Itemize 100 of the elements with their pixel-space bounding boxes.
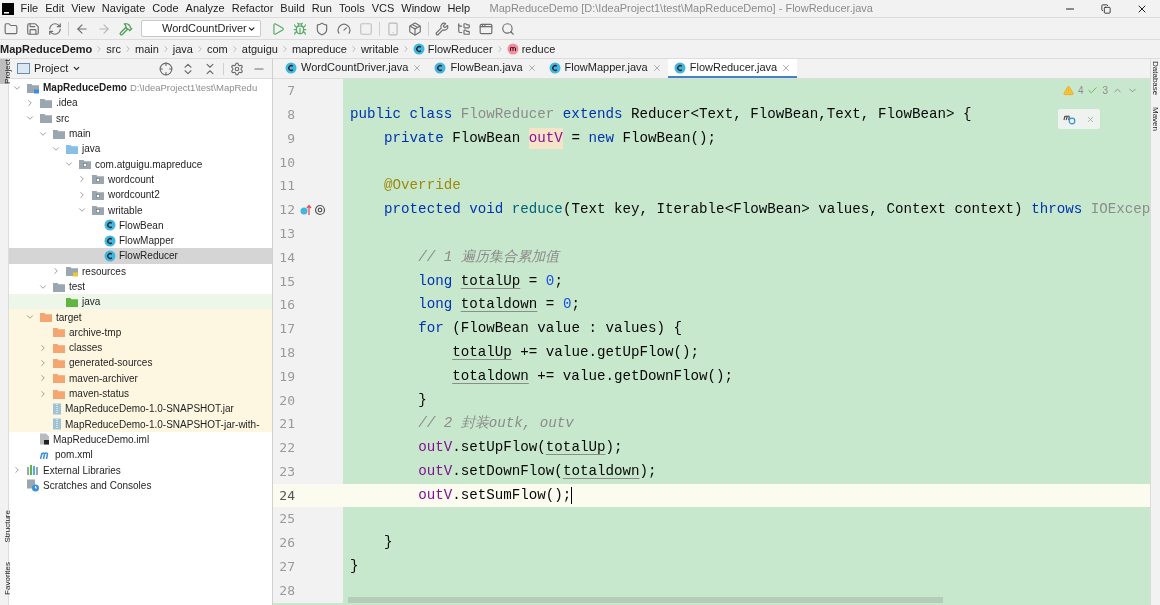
run-configuration-dropdown[interactable]: WordCountDriver: [141, 20, 261, 37]
editor-tab[interactable]: FlowMapper.java: [542, 59, 668, 78]
tree-item-label: main: [69, 127, 91, 142]
project-view-dropdown[interactable]: Project: [34, 60, 82, 77]
tree-item[interactable]: wordcount2: [9, 187, 272, 203]
chevron-right-icon[interactable]: [38, 373, 48, 384]
line-number: 27: [278, 558, 295, 577]
chevron-down-icon[interactable]: [77, 205, 87, 215]
tool-window-tab[interactable]: Favorites: [0, 562, 8, 595]
package-icon: [91, 173, 105, 186]
override-marker-icon[interactable]: [300, 203, 312, 216]
code-line: }: [383, 533, 393, 553]
menu-item[interactable]: Code: [148, 1, 183, 16]
line-number: 17: [278, 320, 295, 339]
tree-item[interactable]: generated-sources: [9, 355, 272, 371]
breadcrumb-item[interactable]: MapReduceDemo: [0, 40, 93, 58]
menu-item[interactable]: View: [67, 1, 99, 16]
window-title: MapReduceDemo [D:\IdeaProject1\test\MapReduceDemo] - FlowReducer.java: [489, 1, 873, 17]
chevron-right-icon[interactable]: [25, 97, 35, 108]
menu-item[interactable]: Help: [443, 1, 474, 16]
menu-item[interactable]: Build: [276, 1, 309, 16]
editor-tab[interactable]: FlowReducer.java: [667, 59, 798, 78]
breadcrumb-item[interactable]: mapreduce: [291, 40, 347, 58]
breadcrumb-item[interactable]: main: [134, 40, 159, 58]
tree-item[interactable]: FlowReducer: [9, 248, 272, 264]
tree-item-label: archive-tmp: [69, 325, 122, 340]
tree-item[interactable]: wordcount: [9, 171, 272, 188]
menu-item[interactable]: Navigate: [98, 1, 149, 16]
tree-item[interactable]: java: [9, 141, 272, 157]
code-line: private FlowBean outV = new FlowBean();: [343, 127, 717, 150]
tree-item-label: com.atguigu.mapreduce: [95, 157, 203, 172]
tree-item[interactable]: Scratches and Consoles: [9, 477, 272, 493]
menu-item[interactable]: VCS: [368, 1, 398, 16]
breadcrumb-item[interactable]: src: [106, 40, 121, 58]
tree-item[interactable]: main: [9, 125, 272, 142]
tree-item[interactable]: test: [9, 278, 272, 295]
breadcrumb-item[interactable]: com: [207, 40, 228, 58]
tree-item[interactable]: pom.xml: [9, 447, 272, 463]
tree-item-label: FlowReducer: [119, 249, 178, 264]
tool-window-tab[interactable]: Structure: [0, 509, 8, 543]
line-number: 24: [278, 486, 295, 505]
tree-item[interactable]: target: [9, 309, 272, 325]
horizontal-scrollbar-thumb[interactable]: [348, 597, 943, 603]
line-number: 26: [278, 534, 295, 553]
tree-item[interactable]: MapReduceDemo-1.0-SNAPSHOT.jar: [9, 401, 272, 417]
tree-item[interactable]: FlowBean: [9, 217, 272, 233]
breadcrumb-item[interactable]: atguigu: [241, 40, 278, 58]
chevron-right-icon[interactable]: [38, 388, 48, 399]
tree-item[interactable]: FlowMapper: [9, 232, 272, 249]
class-icon: [285, 61, 297, 74]
code-line: // 2 封装outk, outv: [417, 414, 574, 434]
breadcrumb-item[interactable]: writable: [360, 40, 399, 58]
menu-item[interactable]: Analyze: [182, 1, 229, 16]
close-tab-icon[interactable]: [526, 62, 537, 73]
menu-item[interactable]: Run: [308, 1, 336, 16]
chevron-right-icon[interactable]: [51, 266, 61, 277]
editor-tab[interactable]: WordCountDriver.java: [279, 59, 429, 78]
tree-item[interactable]: writable: [9, 202, 272, 218]
maven-reload-icon[interactable]: [1063, 113, 1076, 125]
tree-item-label: External Libraries: [43, 463, 121, 478]
tool-window-tab[interactable]: Database: [1151, 61, 1160, 96]
line-number: 14: [278, 248, 295, 267]
weak-warning-icon[interactable]: [1087, 85, 1099, 96]
tree-item[interactable]: com.atguigu.mapreduce: [9, 156, 272, 172]
close-tab-icon[interactable]: [412, 62, 423, 73]
line-number: 22: [278, 439, 295, 458]
tree-item[interactable]: .idea: [9, 95, 272, 111]
menu-item[interactable]: Edit: [41, 1, 68, 16]
menu-item[interactable]: Tools: [335, 1, 369, 16]
tree-item[interactable]: java: [9, 294, 272, 310]
tree-item[interactable]: classes: [9, 340, 272, 356]
tree-item[interactable]: src: [9, 110, 272, 126]
tree-item[interactable]: External Libraries: [9, 462, 272, 478]
class-icon: [434, 61, 447, 74]
warning-icon[interactable]: [1062, 85, 1074, 96]
menu-item[interactable]: File: [17, 1, 42, 16]
close-tab-icon[interactable]: [781, 62, 792, 73]
chevron-right-icon[interactable]: [77, 189, 87, 200]
tool-window-tab[interactable]: Maven: [1151, 107, 1160, 132]
breadcrumb-item[interactable]: reduce: [506, 40, 556, 58]
line-number: 13: [278, 224, 295, 243]
close-tab-icon[interactable]: [651, 62, 662, 73]
tree-item[interactable]: MapReduceDemo D:\IdeaProject1\test\MapRedu: [9, 80, 272, 96]
chevron-right-icon[interactable]: [77, 174, 87, 185]
line-number: 7: [286, 82, 295, 101]
breadcrumb-item[interactable]: java: [172, 40, 193, 58]
breadcrumb-item[interactable]: FlowReducer: [412, 40, 493, 58]
chevron-right-icon[interactable]: [12, 465, 22, 476]
chevron-right-icon[interactable]: [38, 358, 48, 368]
menu-item[interactable]: Refactor: [228, 1, 277, 16]
tree-item-label: wordcount2: [108, 188, 160, 203]
menu-item[interactable]: Window: [397, 1, 444, 16]
tree-item[interactable]: MapReduceDemo.iml: [9, 431, 272, 448]
module-file-icon: [39, 433, 50, 446]
archive-file-icon: [52, 418, 62, 431]
source-folder-icon: [65, 142, 79, 155]
tree-item[interactable]: resources: [9, 263, 272, 279]
tree-item-label: java: [82, 295, 101, 310]
editor-tab[interactable]: FlowBean.java: [428, 59, 543, 78]
chevron-right-icon[interactable]: [38, 342, 48, 353]
